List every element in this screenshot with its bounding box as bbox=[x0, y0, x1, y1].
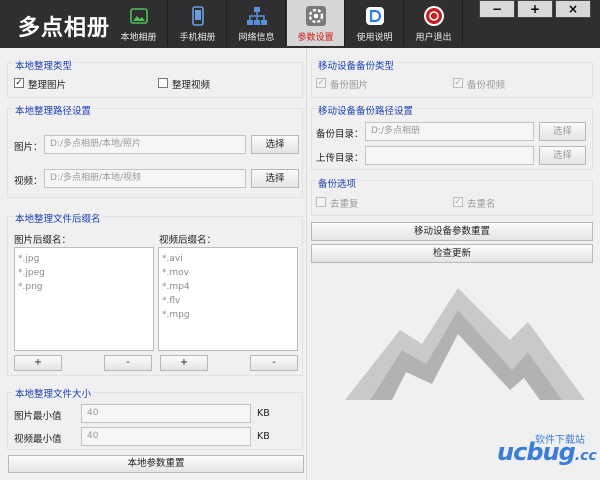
video-suffix-label: 视频后缀名： bbox=[159, 235, 217, 246]
upload-dir-input[interactable] bbox=[365, 146, 534, 165]
photo-path-choose-button[interactable]: 选择 bbox=[251, 135, 299, 154]
backup-videos-label: 备份视频 bbox=[467, 80, 506, 91]
backup-dir-label: 备份目录： bbox=[316, 129, 364, 140]
tab-logout[interactable]: 用户退出 bbox=[405, 0, 463, 46]
tab-local-album[interactable]: 本地相册 bbox=[110, 0, 168, 46]
upload-dir-label: 上传目录： bbox=[316, 153, 364, 164]
video-path-label: 视频： bbox=[14, 176, 43, 187]
list-item[interactable]: *.jpg bbox=[18, 252, 150, 266]
tab-label: 用户退出 bbox=[415, 33, 452, 43]
section-title: 移动设备备份类型 bbox=[316, 58, 397, 72]
backup-dir-input[interactable]: D:/多点相册 bbox=[365, 122, 534, 141]
section-title: 移动设备备份路径设置 bbox=[316, 103, 416, 117]
tab-network-info[interactable]: 网络信息 bbox=[228, 0, 286, 46]
dedupe-checkbox[interactable] bbox=[316, 197, 326, 207]
close-button[interactable]: × bbox=[555, 0, 591, 18]
list-item[interactable]: *.avi bbox=[162, 252, 294, 266]
watermark-brand-text: ucbug bbox=[497, 438, 576, 466]
tab-label: 本地相册 bbox=[120, 33, 157, 43]
gear-icon bbox=[305, 6, 326, 26]
list-item[interactable]: *.mp4 bbox=[162, 280, 294, 294]
backup-videos-checkbox[interactable]: ✓ bbox=[453, 78, 463, 88]
watermark-tld-text: .cc bbox=[574, 448, 597, 464]
section-title: 本地整理文件后缀名 bbox=[13, 211, 103, 225]
app-title: 多点相册 bbox=[18, 16, 111, 41]
photo-min-unit: KB bbox=[257, 408, 270, 419]
photo-suffix-list[interactable]: *.jpg *.jpeg *.png bbox=[14, 247, 154, 351]
mobile-reset-button[interactable]: 移动设备参数重置 bbox=[311, 222, 593, 241]
add-video-suffix-button[interactable]: + bbox=[160, 355, 208, 371]
list-item[interactable]: *.jpeg bbox=[18, 266, 150, 280]
network-icon bbox=[246, 7, 267, 25]
watermark-brand: ucbug.cc bbox=[497, 438, 597, 466]
backup-photos-label: 备份图片 bbox=[330, 80, 369, 91]
minimize-button[interactable]: − bbox=[479, 0, 515, 18]
local-reset-button[interactable]: 本地参数重置 bbox=[8, 455, 304, 473]
upload-dir-choose-button[interactable]: 选择 bbox=[539, 146, 586, 165]
video-path-choose-button[interactable]: 选择 bbox=[251, 169, 299, 188]
list-item[interactable]: *.mpg bbox=[162, 308, 294, 322]
backup-photos-checkbox[interactable]: ✓ bbox=[316, 78, 326, 88]
photo-path-input[interactable]: D:/多点相册/本地/照片 bbox=[44, 135, 246, 154]
list-item[interactable]: *.mov bbox=[162, 266, 294, 280]
list-item[interactable]: *.png bbox=[18, 280, 150, 294]
column-divider bbox=[306, 48, 307, 480]
photo-path-label: 图片： bbox=[14, 142, 43, 153]
help-doc-icon bbox=[365, 7, 384, 25]
video-path-input[interactable]: D:/多点相册/本地/视频 bbox=[44, 169, 246, 188]
organize-photos-label: 整理图片 bbox=[28, 80, 67, 91]
phone-icon bbox=[191, 6, 204, 26]
check-update-button[interactable]: 检查更新 bbox=[311, 244, 593, 263]
tab-label: 网络信息 bbox=[238, 33, 275, 43]
photo-suffix-label: 图片后缀名： bbox=[14, 235, 72, 246]
dedupe-label: 去重复 bbox=[330, 199, 359, 210]
backup-dir-choose-button[interactable]: 选择 bbox=[539, 122, 586, 141]
remove-video-suffix-button[interactable]: - bbox=[250, 355, 298, 371]
photo-min-label: 图片最小值 bbox=[14, 411, 62, 422]
tab-label: 使用说明 bbox=[356, 33, 393, 43]
section-title: 本地整理类型 bbox=[13, 58, 75, 72]
organize-photos-checkbox[interactable]: ✓ bbox=[14, 78, 24, 88]
add-photo-suffix-button[interactable]: + bbox=[14, 355, 62, 371]
section-title: 本地整理文件大小 bbox=[13, 386, 94, 400]
exit-icon bbox=[423, 6, 444, 26]
section-title: 本地整理路径设置 bbox=[13, 103, 94, 117]
tab-phone-album[interactable]: 手机相册 bbox=[169, 0, 227, 46]
tab-help[interactable]: 使用说明 bbox=[346, 0, 404, 46]
organize-videos-label: 整理视频 bbox=[172, 80, 211, 91]
tab-settings[interactable]: 参数设置 bbox=[287, 0, 345, 46]
image-icon bbox=[129, 8, 148, 24]
tab-label: 手机相册 bbox=[179, 33, 216, 43]
dedupe-name-checkbox[interactable]: ✓ bbox=[453, 197, 463, 207]
video-min-label: 视频最小值 bbox=[14, 434, 62, 445]
maximize-button[interactable]: + bbox=[517, 0, 553, 18]
video-min-unit: KB bbox=[257, 431, 270, 442]
tab-label: 参数设置 bbox=[297, 33, 334, 43]
remove-photo-suffix-button[interactable]: - bbox=[104, 355, 152, 371]
organize-videos-checkbox[interactable] bbox=[158, 78, 168, 88]
video-min-input[interactable]: 40 bbox=[81, 427, 251, 446]
section-title: 备份选项 bbox=[316, 176, 359, 190]
dedupe-name-label: 去重名 bbox=[467, 199, 496, 210]
video-suffix-list[interactable]: *.avi *.mov *.mp4 *.flv *.mpg bbox=[158, 247, 298, 351]
list-item[interactable]: *.flv bbox=[162, 294, 294, 308]
photo-min-input[interactable]: 40 bbox=[81, 404, 251, 423]
mountain-logo-icon bbox=[345, 288, 585, 400]
